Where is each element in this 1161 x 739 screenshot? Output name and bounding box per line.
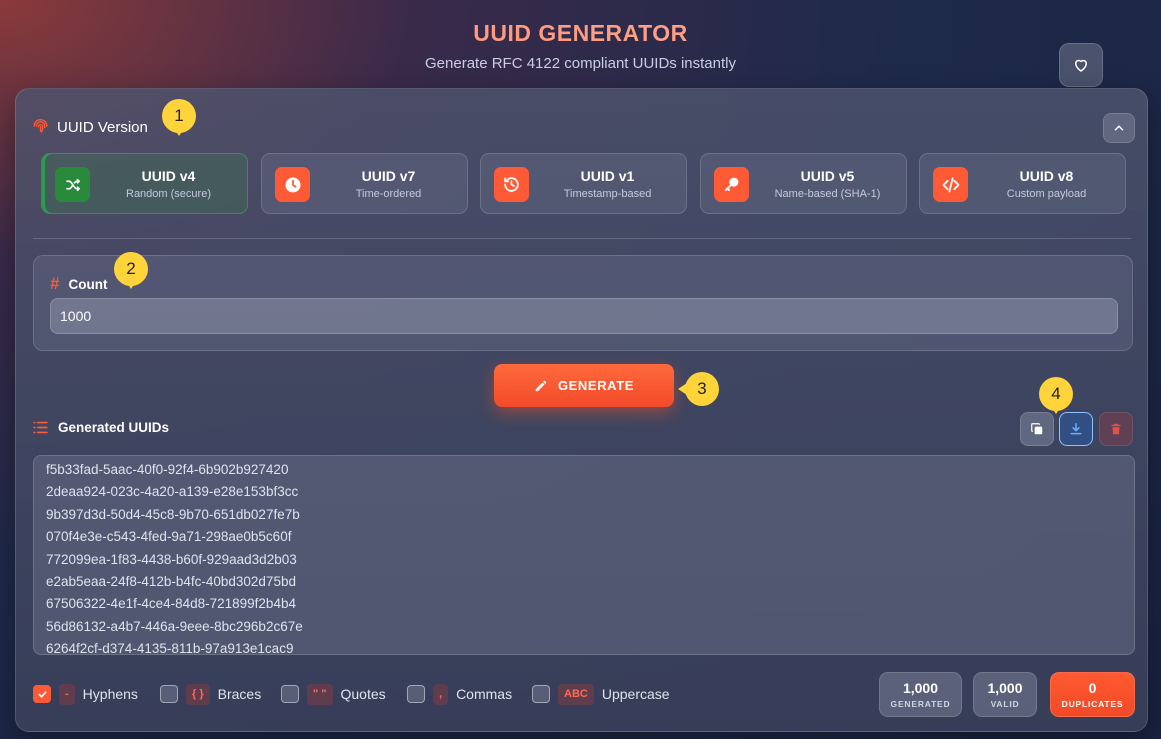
uppercase-label: Uppercase bbox=[601, 686, 670, 702]
copy-icon bbox=[1031, 423, 1043, 435]
option-braces[interactable]: { } Braces bbox=[160, 683, 261, 705]
delete-button[interactable] bbox=[1099, 412, 1133, 446]
stat-value: 1,000 bbox=[987, 680, 1023, 696]
option-commas[interactable]: , Commas bbox=[407, 683, 512, 705]
version-card-v5[interactable]: UUID v5 Name-based (SHA-1) bbox=[700, 153, 907, 214]
version-section-header: UUID Version bbox=[32, 119, 148, 136]
quotes-checkbox[interactable] bbox=[281, 685, 299, 703]
hyphens-checkbox[interactable] bbox=[33, 685, 51, 703]
favorite-button[interactable] bbox=[1059, 43, 1103, 87]
uuid-line: 070f4e3e-c543-4fed-9a71-298ae0b5c60f bbox=[46, 529, 292, 545]
version-desc: Random (secure) bbox=[126, 188, 211, 200]
annotation-marker-1: 1 bbox=[162, 99, 196, 136]
version-card-v8[interactable]: UUID v8 Custom payload bbox=[919, 153, 1126, 214]
version-name: UUID v7 bbox=[361, 168, 416, 184]
pencil-icon bbox=[535, 380, 547, 391]
commas-tag: , bbox=[433, 683, 449, 705]
uuid-line: 6264f2cf-d374-4135-811b-97a913e1cac9 bbox=[46, 641, 294, 655]
page-header: UUID GENERATOR Generate RFC 4122 complia… bbox=[0, 20, 1161, 72]
uuid-line: f5b33fad-5aac-40f0-92f4-6b902b927420 bbox=[46, 462, 289, 477]
braces-tag: { } bbox=[186, 683, 210, 705]
divider bbox=[33, 238, 1131, 239]
stat-label: VALID bbox=[990, 699, 1020, 709]
quotes-tag: " " bbox=[307, 683, 333, 705]
output-header: Generated UUIDs bbox=[32, 420, 169, 435]
version-desc: Name-based (SHA-1) bbox=[774, 188, 881, 200]
uuid-line: 9b397d3d-50d4-45c8-9b70-651db027fe7b bbox=[46, 506, 300, 522]
version-name: UUID v5 bbox=[800, 168, 855, 184]
version-desc: Timestamp-based bbox=[563, 188, 652, 200]
page-title: UUID GENERATOR bbox=[0, 20, 1161, 47]
version-card-v1[interactable]: UUID v1 Timestamp-based bbox=[480, 153, 687, 214]
check-icon bbox=[37, 690, 47, 698]
hyphens-tag: - bbox=[59, 683, 75, 705]
uuid-line: e2ab5eaa-24f8-412b-b4fc-40bd302d75bd bbox=[46, 574, 296, 590]
quotes-label: Quotes bbox=[340, 686, 386, 702]
download-button[interactable] bbox=[1059, 412, 1093, 446]
option-hyphens[interactable]: - Hyphens bbox=[33, 683, 138, 705]
version-section-title: UUID Version bbox=[57, 119, 148, 136]
version-desc: Time-ordered bbox=[355, 188, 422, 200]
braces-label: Braces bbox=[217, 686, 262, 702]
uuid-line: 67506322-4e1f-4ce4-84d8-721899f2b4b4 bbox=[46, 596, 296, 612]
shuffle-icon bbox=[55, 167, 90, 202]
uppercase-tag: ABC bbox=[558, 683, 594, 705]
code-icon bbox=[933, 167, 968, 202]
download-icon bbox=[1070, 422, 1082, 435]
uuid-line: 56d86132-a4b7-446a-9eee-8bc296b2c67e bbox=[46, 618, 303, 634]
option-uppercase[interactable]: ABC Uppercase bbox=[532, 683, 670, 705]
annotation-marker-4: 4 bbox=[1039, 377, 1073, 414]
commas-label: Commas bbox=[456, 686, 513, 702]
count-label: Count bbox=[68, 276, 108, 292]
annotation-marker-2: 2 bbox=[114, 252, 148, 289]
count-header: # Count bbox=[50, 274, 107, 294]
version-name: UUID v1 bbox=[580, 168, 635, 184]
trash-icon bbox=[1111, 423, 1121, 435]
heart-icon bbox=[1075, 59, 1087, 72]
generate-button[interactable]: GENERATE bbox=[494, 364, 674, 407]
stat-valid: 1,000 VALID bbox=[973, 672, 1037, 717]
commas-checkbox[interactable] bbox=[407, 685, 425, 703]
version-name: UUID v8 bbox=[1019, 168, 1074, 184]
stat-value: 1,000 bbox=[902, 680, 939, 696]
uuid-line: 2deaa924-023c-4a20-a139-e28e153bf3cc bbox=[46, 484, 299, 500]
fingerprint-icon bbox=[33, 119, 48, 133]
collapse-button[interactable] bbox=[1103, 113, 1135, 143]
count-input[interactable] bbox=[50, 298, 1118, 334]
hash-icon: # bbox=[50, 274, 60, 293]
version-card-v7[interactable]: UUID v7 Time-ordered bbox=[261, 153, 468, 214]
stat-generated: 1,000 GENERATED bbox=[879, 672, 962, 717]
key-icon bbox=[714, 167, 749, 202]
stat-label: GENERATED bbox=[890, 699, 951, 709]
version-card-v4[interactable]: UUID v4 Random (secure) bbox=[41, 153, 248, 214]
history-icon bbox=[494, 167, 529, 202]
generator-card: UUID Version UUID v4 Random (secure) UUI… bbox=[15, 88, 1148, 732]
version-desc: Custom payload bbox=[1006, 188, 1087, 200]
output-title: Generated UUIDs bbox=[58, 420, 170, 435]
count-panel: # Count bbox=[33, 255, 1133, 351]
chevron-up-icon bbox=[1114, 125, 1124, 131]
clock-icon bbox=[275, 167, 310, 202]
uuid-output[interactable]: f5b33fad-5aac-40f0-92f4-6b902b927420 2de… bbox=[33, 455, 1135, 655]
uuid-line: 772099ea-1f83-4438-b60f-929aad3d2b03 bbox=[46, 551, 297, 567]
list-icon bbox=[33, 421, 48, 434]
page-subtitle: Generate RFC 4122 compliant UUIDs instan… bbox=[425, 55, 736, 72]
hyphens-label: Hyphens bbox=[82, 686, 138, 702]
copy-button[interactable] bbox=[1020, 412, 1054, 446]
stat-duplicates: 0 DUPLICATES bbox=[1050, 672, 1135, 717]
braces-checkbox[interactable] bbox=[160, 685, 178, 703]
option-quotes[interactable]: " " Quotes bbox=[281, 683, 386, 705]
annotation-marker-3: 3 bbox=[678, 372, 719, 406]
uppercase-checkbox[interactable] bbox=[532, 685, 550, 703]
generate-label: GENERATE bbox=[557, 378, 635, 393]
stat-value: 0 bbox=[1088, 680, 1097, 696]
version-name: UUID v4 bbox=[141, 168, 196, 184]
stat-label: DUPLICATES bbox=[1061, 699, 1124, 709]
